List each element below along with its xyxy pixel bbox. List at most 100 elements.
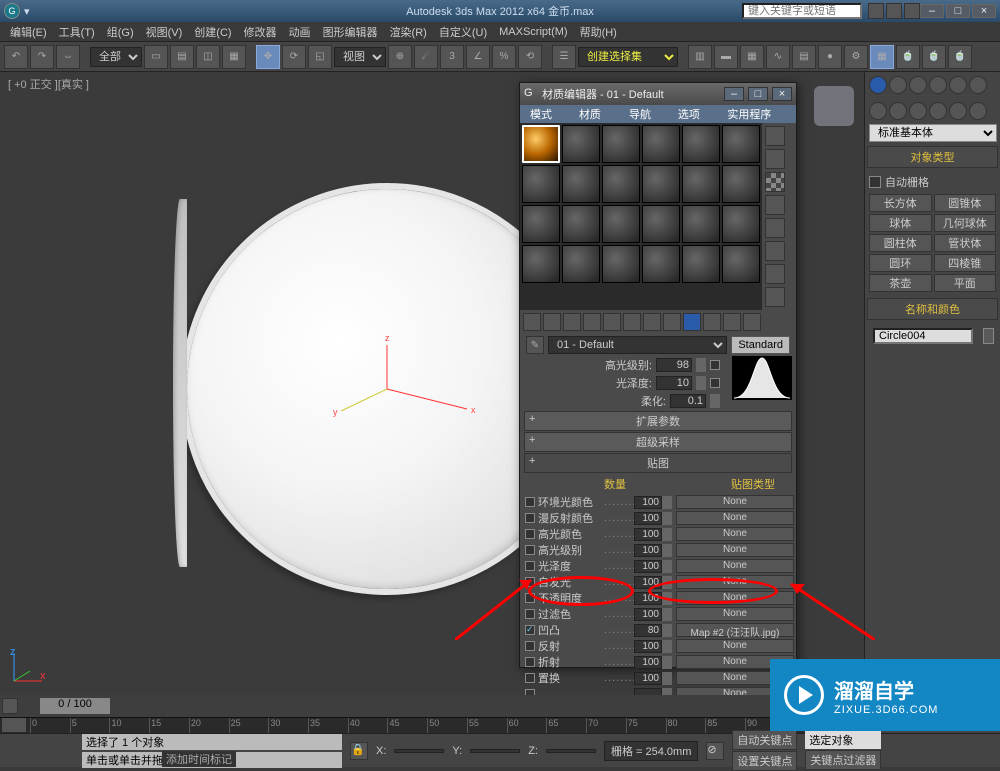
me-menu-navigation[interactable]: 导航(N) — [623, 105, 672, 123]
map-amount-spinner[interactable] — [662, 496, 672, 509]
spacewarps-icon[interactable] — [969, 102, 987, 120]
map-slot-button[interactable]: None — [676, 495, 794, 509]
menu-modifiers[interactable]: 修改器 — [238, 22, 283, 42]
layer-button[interactable]: ▦ — [740, 45, 764, 69]
select-by-material-icon[interactable] — [765, 287, 785, 307]
soften-input[interactable]: 0.1 — [670, 394, 706, 408]
redo-button[interactable]: ↷ — [30, 45, 54, 69]
map-enable-checkbox[interactable] — [525, 529, 535, 539]
transform-gizmo[interactable]: x z y — [387, 389, 527, 509]
time-tag-prompt[interactable]: 添加时间标记 — [162, 751, 236, 767]
maximize-button[interactable]: □ — [946, 4, 970, 18]
assign-to-sel-icon[interactable] — [563, 313, 581, 331]
sample-slot[interactable] — [522, 205, 560, 243]
sample-slot[interactable] — [682, 125, 720, 163]
render-button[interactable]: 🍵 — [896, 45, 920, 69]
map-amount-input[interactable]: 100 — [634, 592, 662, 605]
material-editor-button[interactable]: ● — [818, 45, 842, 69]
map-slot-button[interactable]: None — [676, 511, 794, 525]
map-amount-input[interactable]: 100 — [634, 576, 662, 589]
make-copy-icon[interactable] — [603, 313, 621, 331]
background-icon[interactable] — [765, 172, 785, 192]
map-amount-input[interactable]: 100 — [634, 560, 662, 573]
map-enable-checkbox[interactable] — [525, 657, 535, 667]
map-slot-button[interactable]: None — [676, 591, 794, 605]
render-setup-button[interactable]: ⚙ — [844, 45, 868, 69]
named-sel-button[interactable]: ☰ — [552, 45, 576, 69]
map-amount-input[interactable]: 100 — [634, 672, 662, 685]
glossiness-lock[interactable] — [710, 378, 720, 388]
mirror-button[interactable]: ▥ — [688, 45, 712, 69]
pivot-button[interactable]: ⊕ — [388, 45, 412, 69]
spec-level-input[interactable]: 98 — [656, 358, 692, 372]
key-selset-dropdown[interactable]: 选定对象 — [805, 731, 881, 749]
material-editor-max-button[interactable]: □ — [748, 87, 768, 101]
btn-cone[interactable]: 圆锥体 — [934, 194, 997, 212]
map-slot-button[interactable]: None — [676, 575, 794, 589]
map-amount-spinner[interactable] — [662, 544, 672, 557]
y-coord-input[interactable] — [470, 749, 520, 753]
window-crossing-button[interactable]: ▦ — [222, 45, 246, 69]
object-category-dropdown[interactable]: 标准基本体 — [869, 124, 997, 142]
angle-snap-button[interactable]: ∠ — [466, 45, 490, 69]
sample-slot[interactable] — [642, 205, 680, 243]
sample-slot[interactable] — [562, 245, 600, 283]
geometry-icon[interactable] — [869, 102, 887, 120]
helpers-icon[interactable] — [949, 102, 967, 120]
sample-slot[interactable] — [602, 125, 640, 163]
tab-create-icon[interactable] — [869, 76, 887, 94]
sample-slot[interactable] — [642, 165, 680, 203]
spec-level-lock[interactable] — [710, 360, 720, 370]
map-amount-spinner[interactable] — [662, 528, 672, 541]
render-last-button[interactable]: 🍵 — [948, 45, 972, 69]
map-amount-input[interactable]: 80 — [634, 624, 662, 637]
map-amount-spinner[interactable] — [662, 608, 672, 621]
object-type-rollout[interactable]: 对象类型 — [867, 146, 998, 168]
sample-slot[interactable] — [602, 205, 640, 243]
map-amount-spinner[interactable] — [662, 512, 672, 525]
spec-level-spinner[interactable] — [696, 358, 706, 372]
sample-type-icon[interactable] — [765, 126, 785, 146]
sample-slot[interactable] — [562, 125, 600, 163]
quick-arrow-icon[interactable]: ▾ — [24, 5, 30, 18]
viewcube[interactable] — [814, 86, 854, 126]
sample-slot[interactable] — [522, 165, 560, 203]
map-enable-checkbox[interactable] — [525, 593, 535, 603]
rollout-extended[interactable]: 扩展参数 — [524, 411, 792, 431]
glossiness-input[interactable]: 10 — [656, 376, 692, 390]
render-prod-button[interactable]: 🍵 — [922, 45, 946, 69]
sample-slot[interactable] — [602, 165, 640, 203]
object-name-input[interactable] — [873, 328, 973, 344]
undo-button[interactable]: ↶ — [4, 45, 28, 69]
map-enable-checkbox[interactable] — [525, 609, 535, 619]
me-menu-utilities[interactable]: 实用程序(U) — [721, 105, 792, 123]
me-menu-mode[interactable]: 模式(D) — [524, 105, 573, 123]
select-name-button[interactable]: ▤ — [170, 45, 194, 69]
lock-selection-icon[interactable]: 🔒 — [350, 742, 368, 760]
btn-torus[interactable]: 圆环 — [869, 254, 932, 272]
menu-edit[interactable]: 编辑(E) — [4, 22, 53, 42]
map-slot-button[interactable]: None — [676, 639, 794, 653]
key-filters-button[interactable]: 关键点过滤器 — [805, 750, 881, 770]
autokey-button[interactable]: 自动关键点 — [732, 730, 797, 750]
map-amount-input[interactable]: 100 — [634, 512, 662, 525]
btn-sphere[interactable]: 球体 — [869, 214, 932, 232]
soften-spinner[interactable] — [710, 394, 720, 408]
menu-views[interactable]: 视图(V) — [140, 22, 189, 42]
info-center-icon[interactable] — [868, 3, 884, 19]
align-button[interactable]: ▬ — [714, 45, 738, 69]
make-preview-icon[interactable] — [765, 241, 785, 261]
map-amount-spinner[interactable] — [662, 672, 672, 685]
time-slider[interactable]: 0 / 100 — [0, 695, 864, 717]
glossiness-spinner[interactable] — [696, 376, 706, 390]
sample-slot[interactable] — [642, 125, 680, 163]
go-sibling-icon[interactable] — [743, 313, 761, 331]
menu-help[interactable]: 帮助(H) — [574, 22, 623, 42]
show-result-icon[interactable] — [703, 313, 721, 331]
map-slot-button[interactable]: None — [676, 559, 794, 573]
lights-icon[interactable] — [909, 102, 927, 120]
material-id-icon[interactable] — [663, 313, 681, 331]
material-editor-titlebar[interactable]: G 材质编辑器 - 01 - Default – □ × — [520, 83, 796, 105]
btn-geosphere[interactable]: 几何球体 — [934, 214, 997, 232]
sample-slot[interactable] — [682, 205, 720, 243]
